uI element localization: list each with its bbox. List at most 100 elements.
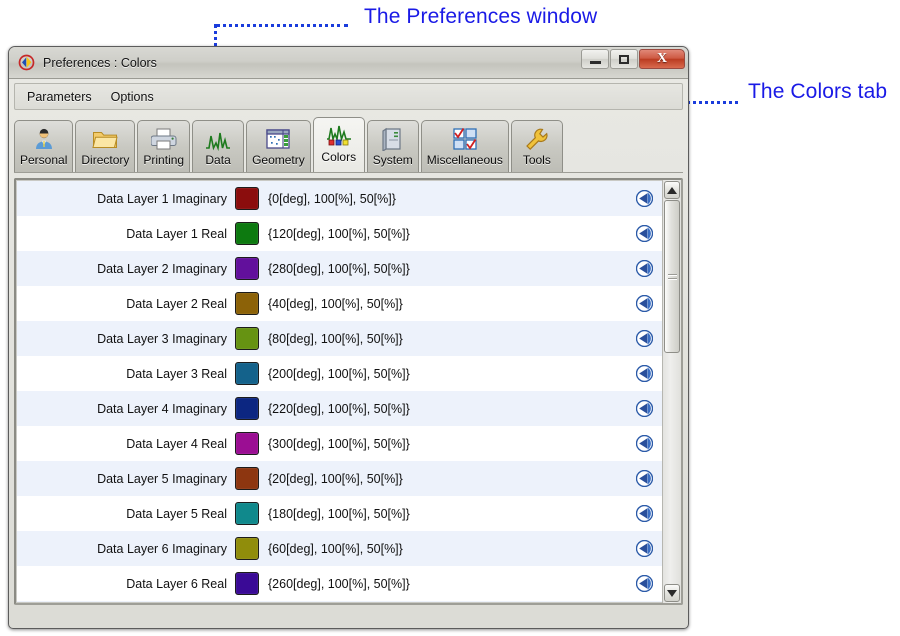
tab-label-directory: Directory bbox=[81, 153, 130, 167]
chevron-down-icon bbox=[667, 589, 677, 597]
table-row[interactable]: Data Layer 1 Real {120[deg], 100[%], 50[… bbox=[17, 216, 662, 251]
row-value: {300[deg], 100[%], 50[%]} bbox=[268, 436, 410, 451]
tab-label-colors: Colors bbox=[321, 150, 357, 164]
color-swatch[interactable] bbox=[235, 467, 259, 490]
scroll-down-button[interactable] bbox=[664, 584, 680, 602]
row-label: Data Layer 4 Real bbox=[126, 436, 227, 451]
colors-list-panel: Data Layer 1 Imaginary {0[deg], 100[%], … bbox=[14, 178, 683, 605]
tab-strip: Personal Directory Printing Data Geometr… bbox=[14, 116, 683, 173]
table-row[interactable]: Data Layer 6 Real {260[deg], 100[%], 50[… bbox=[17, 566, 662, 601]
user-icon bbox=[31, 126, 57, 152]
row-value: {40[deg], 100[%], 50[%]} bbox=[268, 296, 403, 311]
row-value: {220[deg], 100[%], 50[%]} bbox=[268, 401, 410, 416]
color-swatch[interactable] bbox=[235, 502, 259, 525]
color-swatch[interactable] bbox=[235, 362, 259, 385]
revert-arrow-icon[interactable] bbox=[635, 330, 653, 348]
revert-arrow-icon[interactable] bbox=[635, 470, 653, 488]
row-label: Data Layer 4 Imaginary bbox=[97, 401, 227, 416]
wrench-icon bbox=[524, 126, 550, 152]
color-swatch[interactable] bbox=[235, 572, 259, 595]
row-label: Data Layer 2 Imaginary bbox=[97, 261, 227, 276]
menu-item-options[interactable]: Options bbox=[104, 88, 161, 106]
revert-arrow-icon[interactable] bbox=[635, 260, 653, 278]
row-label: Data Layer 1 Imaginary bbox=[97, 191, 227, 206]
table-row[interactable]: Data Layer 1 Imaginary {0[deg], 100[%], … bbox=[17, 181, 662, 216]
checkboxes-icon bbox=[452, 126, 478, 152]
color-swatch[interactable] bbox=[235, 397, 259, 420]
preferences-window: Preferences : Colors X Parameters Option… bbox=[8, 46, 689, 629]
folder-icon bbox=[92, 126, 119, 152]
tab-label-printing: Printing bbox=[143, 153, 185, 167]
revert-arrow-icon[interactable] bbox=[635, 190, 653, 208]
printer-icon bbox=[150, 126, 177, 152]
revert-arrow-icon[interactable] bbox=[635, 435, 653, 453]
tab-miscellaneous[interactable]: Miscellaneous bbox=[420, 120, 509, 172]
scrollbar-thumb[interactable] bbox=[664, 200, 680, 354]
grid-table-icon bbox=[265, 126, 291, 152]
color-swatch[interactable] bbox=[235, 327, 259, 350]
row-label: Data Layer 6 Imaginary bbox=[97, 541, 227, 556]
tab-colors[interactable]: Colors bbox=[312, 117, 365, 172]
table-row[interactable]: Data Layer 2 Real {40[deg], 100[%], 50[%… bbox=[17, 286, 662, 321]
color-swatch[interactable] bbox=[235, 257, 259, 280]
window-title: Preferences : Colors bbox=[43, 55, 157, 70]
colors-listview[interactable]: Data Layer 1 Imaginary {0[deg], 100[%], … bbox=[16, 180, 662, 603]
tab-printing[interactable]: Printing bbox=[137, 120, 191, 172]
row-value: {180[deg], 100[%], 50[%]} bbox=[268, 506, 410, 521]
revert-arrow-icon[interactable] bbox=[635, 505, 653, 523]
table-row[interactable]: Data Layer 4 Real {300[deg], 100[%], 50[… bbox=[17, 426, 662, 461]
row-label: Data Layer 5 Imaginary bbox=[97, 471, 227, 486]
chart-peaks-icon bbox=[205, 126, 231, 152]
tab-personal[interactable]: Personal bbox=[14, 120, 74, 172]
window-titlebar[interactable]: Preferences : Colors X bbox=[9, 47, 688, 79]
table-row[interactable]: Data Layer 5 Real {180[deg], 100[%], 50[… bbox=[17, 496, 662, 531]
revert-arrow-icon[interactable] bbox=[635, 575, 653, 593]
tab-geometry[interactable]: Geometry bbox=[246, 120, 311, 172]
tab-system[interactable]: System bbox=[366, 120, 419, 172]
color-swatch[interactable] bbox=[235, 292, 259, 315]
tab-tools[interactable]: Tools bbox=[510, 120, 563, 172]
row-value: {60[deg], 100[%], 50[%]} bbox=[268, 541, 403, 556]
minimize-icon bbox=[589, 60, 601, 64]
revert-arrow-icon[interactable] bbox=[635, 365, 653, 383]
table-row[interactable]: Data Layer 2 Imaginary {280[deg], 100[%]… bbox=[17, 251, 662, 286]
chevron-up-icon bbox=[667, 186, 677, 194]
tab-label-miscellaneous: Miscellaneous bbox=[426, 153, 503, 167]
screenshot-root: The Preferences window The Colors tab Pr… bbox=[0, 0, 900, 636]
scrollbar-track[interactable] bbox=[663, 200, 681, 583]
revert-arrow-icon[interactable] bbox=[635, 540, 653, 558]
maximize-button[interactable] bbox=[610, 49, 638, 69]
revert-arrow-icon[interactable] bbox=[635, 295, 653, 313]
table-row[interactable]: Data Layer 3 Real {200[deg], 100[%], 50[… bbox=[17, 356, 662, 391]
close-button[interactable]: X bbox=[639, 49, 685, 69]
color-peaks-icon bbox=[326, 123, 352, 149]
tab-label-data: Data bbox=[205, 153, 231, 167]
scroll-up-button[interactable] bbox=[664, 181, 680, 199]
vertical-scrollbar[interactable] bbox=[662, 180, 681, 603]
table-row[interactable]: Data Layer 6 Imaginary {60[deg], 100[%],… bbox=[17, 531, 662, 566]
tab-directory[interactable]: Directory bbox=[75, 120, 136, 172]
scrollbar-grip-icon bbox=[667, 274, 677, 281]
minimize-button[interactable] bbox=[581, 49, 609, 69]
table-row[interactable]: Data Layer 3 Imaginary {80[deg], 100[%],… bbox=[17, 321, 662, 356]
row-value: {120[deg], 100[%], 50[%]} bbox=[268, 226, 410, 241]
table-row[interactable]: Data Layer 4 Imaginary {220[deg], 100[%]… bbox=[17, 391, 662, 426]
revert-arrow-icon[interactable] bbox=[635, 400, 653, 418]
window-controls: X bbox=[580, 49, 685, 69]
tab-label-personal: Personal bbox=[20, 153, 68, 167]
menu-item-parameters[interactable]: Parameters bbox=[20, 88, 99, 106]
row-value: {280[deg], 100[%], 50[%]} bbox=[268, 261, 410, 276]
tab-data[interactable]: Data bbox=[192, 120, 245, 172]
color-swatch[interactable] bbox=[235, 222, 259, 245]
table-row[interactable]: Data Layer 5 Imaginary {20[deg], 100[%],… bbox=[17, 461, 662, 496]
color-swatch[interactable] bbox=[235, 187, 259, 210]
row-value: {20[deg], 100[%], 50[%]} bbox=[268, 471, 403, 486]
revert-arrow-icon[interactable] bbox=[635, 225, 653, 243]
row-label: Data Layer 5 Real bbox=[126, 506, 227, 521]
color-swatch[interactable] bbox=[235, 537, 259, 560]
close-icon: X bbox=[656, 51, 668, 66]
row-value: {200[deg], 100[%], 50[%]} bbox=[268, 366, 410, 381]
color-swatch[interactable] bbox=[235, 432, 259, 455]
annotation-label-preferences-window: The Preferences window bbox=[364, 5, 598, 28]
tab-label-system: System bbox=[372, 153, 413, 167]
